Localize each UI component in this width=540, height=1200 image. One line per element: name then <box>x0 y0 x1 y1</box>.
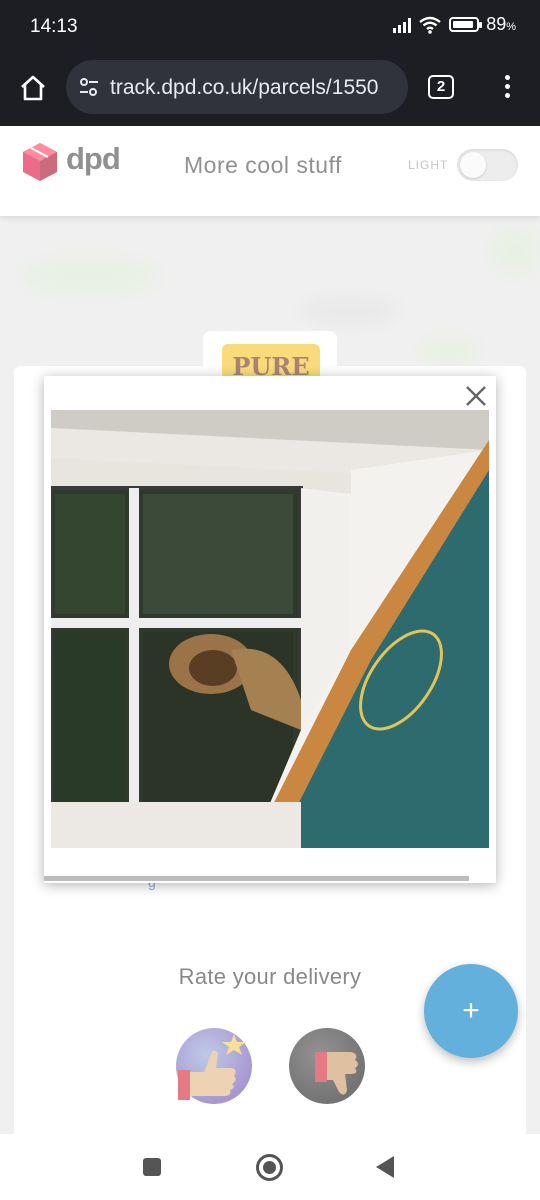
recents-icon[interactable] <box>143 1158 161 1176</box>
home-icon[interactable] <box>18 73 48 103</box>
back-icon[interactable] <box>376 1156 394 1178</box>
progress-fill <box>44 876 469 881</box>
url-text[interactable]: track.dpd.co.uk/parcels/1550 <box>110 76 402 100</box>
status-indicators: 89% <box>393 14 516 35</box>
url-bar[interactable]: track.dpd.co.uk/parcels/1550 <box>66 60 408 114</box>
system-nav-bar <box>0 1134 540 1200</box>
photo-modal <box>44 376 496 883</box>
delivery-photo <box>51 410 489 848</box>
wifi-icon <box>419 16 441 34</box>
web-page: dpd More cool stuff LIGHT PURE g Rate yo… <box>0 126 540 1134</box>
battery-level <box>453 21 473 28</box>
status-bar: 14:13 89% <box>0 0 540 56</box>
battery-percent: 89% <box>486 14 516 34</box>
battery-icon <box>449 17 483 32</box>
status-time: 14:13 <box>30 16 78 37</box>
add-fab-button[interactable]: + <box>424 964 518 1058</box>
progress-bar <box>44 876 496 881</box>
tune-icon[interactable] <box>78 76 100 98</box>
home-icon[interactable] <box>256 1154 283 1181</box>
signal-icon <box>393 17 412 33</box>
tabs-button[interactable]: 2 <box>428 75 454 99</box>
close-icon[interactable] <box>463 383 489 409</box>
browser-toolbar: track.dpd.co.uk/parcels/1550 2 <box>0 56 540 126</box>
screen: 14:13 89% track.dpd.co.uk/parcels/1550 2… <box>0 0 540 1200</box>
more-vert-icon[interactable] <box>498 72 516 104</box>
